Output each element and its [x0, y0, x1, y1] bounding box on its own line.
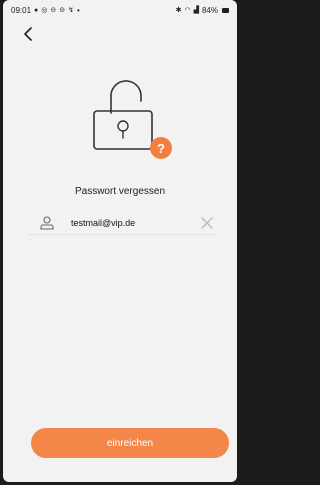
email-field[interactable] — [71, 215, 191, 231]
back-chevron-icon — [24, 27, 32, 41]
status-bar: 09:01 ● ◎ ⊝ ⊝ ↯ • ✱ ◠ ▟ 84% — [3, 0, 237, 20]
submit-button[interactable]: einreichen — [31, 428, 229, 458]
chat-icon: ⊝ — [59, 6, 66, 14]
app-icon: ● — [34, 6, 39, 14]
email-field-row — [28, 212, 218, 235]
status-time: 09:01 — [11, 6, 32, 15]
bluetooth-icon: ✱ — [175, 6, 182, 14]
signal-icon: ▟ — [193, 6, 199, 14]
chat-icon: ⊝ — [50, 6, 57, 14]
page-title: Passwort vergessen — [74, 186, 166, 197]
battery-percent: 84% — [201, 6, 218, 15]
battery-icon — [222, 8, 229, 13]
app-screen: 09:01 ● ◎ ⊝ ⊝ ↯ • ✱ ◠ ▟ 84% ? Passwort v… — [3, 0, 237, 482]
user-icon — [40, 216, 54, 230]
question-mark: ? — [157, 140, 165, 156]
close-icon[interactable] — [200, 216, 214, 230]
status-left: 09:01 ● ◎ ⊝ ⊝ ↯ • — [11, 6, 80, 15]
status-right: ✱ ◠ ▟ 84% — [176, 6, 229, 15]
wifi-icon: ◠ — [184, 6, 191, 14]
whatsapp-icon: ◎ — [41, 6, 48, 14]
back-button[interactable] — [18, 24, 38, 44]
usb-icon: ↯ — [68, 6, 74, 14]
status-dot: • — [77, 6, 80, 15]
question-badge: ? — [150, 137, 172, 159]
